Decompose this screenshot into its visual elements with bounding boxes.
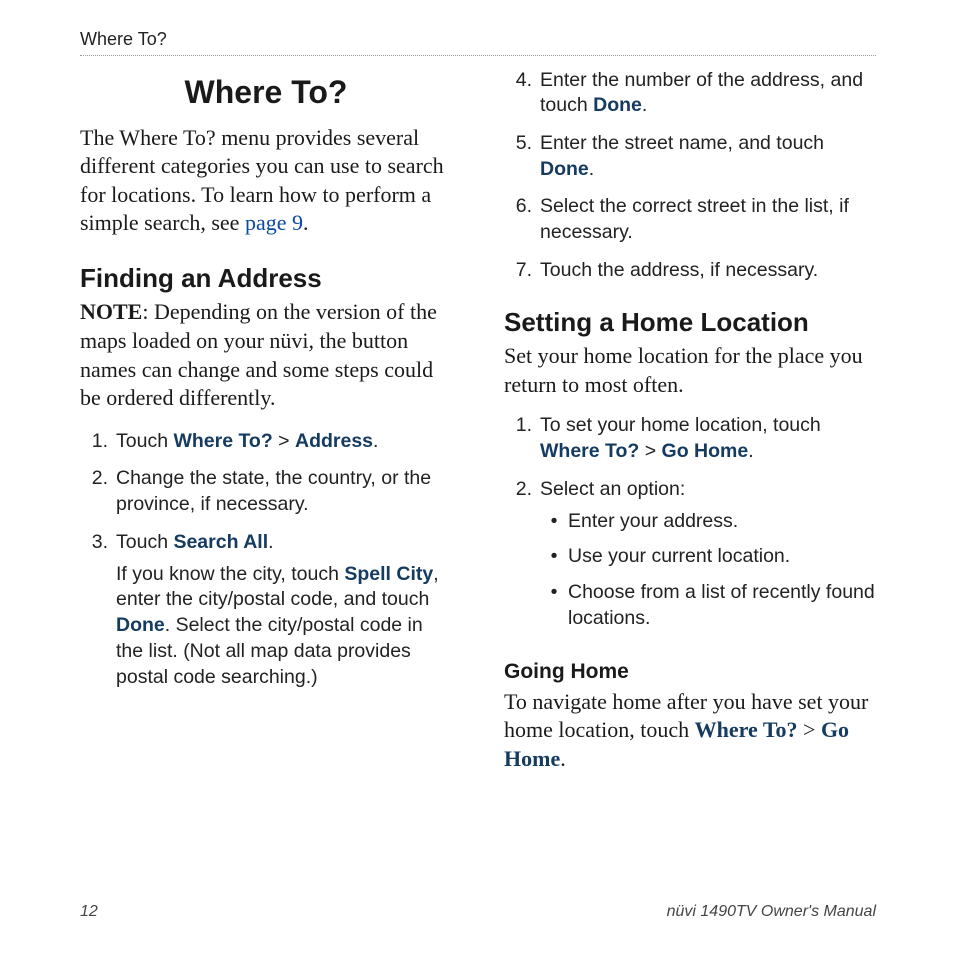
steps-setting-home: 1. To set your home location, touch Wher… xyxy=(504,413,876,641)
btn-spell-city: Spell City xyxy=(344,563,433,585)
intro-text-end: . xyxy=(303,210,309,235)
bullet-item: •Enter your address. xyxy=(540,509,876,535)
sep: > xyxy=(798,717,821,742)
t: If you know the city, touch xyxy=(116,563,344,585)
btn-where-to: Where To? xyxy=(695,717,798,742)
step-7: 7. Touch the address, if necessary. xyxy=(504,258,876,284)
step-num: 4. xyxy=(504,68,540,119)
t: Touch xyxy=(116,430,173,452)
step-num: 3. xyxy=(80,530,116,690)
step-num: 2. xyxy=(80,466,116,517)
sep: > xyxy=(273,430,295,452)
step-num: 1. xyxy=(80,429,116,455)
column-left: Where To? The Where To? menu provides se… xyxy=(80,68,452,788)
t: Enter the number of the address, and tou… xyxy=(540,69,863,117)
home-step-2: 2. Select an option: •Enter your address… xyxy=(504,477,876,642)
bullet-item: •Choose from a list of recently found lo… xyxy=(540,580,876,631)
heading-setting-home: Setting a Home Location xyxy=(504,306,876,339)
btn-address: Address xyxy=(295,430,373,452)
step-num: 2. xyxy=(504,477,540,642)
step-text: Touch the address, if necessary. xyxy=(540,258,876,284)
step-1: 1. Touch Where To? > Address. xyxy=(80,429,452,455)
step-num: 6. xyxy=(504,194,540,245)
page-title: Where To? xyxy=(80,72,452,112)
btn-go-home: Go Home xyxy=(662,440,749,462)
t: . xyxy=(373,430,378,452)
step-2: 2. Change the state, the country, or the… xyxy=(80,466,452,517)
t: Enter the street name, and touch xyxy=(540,132,824,154)
steps-finding-address: 1. Touch Where To? > Address. 2. Change … xyxy=(80,429,452,691)
t: . xyxy=(268,531,273,553)
step-3: 3. Touch Search All. If you know the cit… xyxy=(80,530,452,690)
steps-finding-address-cont: 4. Enter the number of the address, and … xyxy=(504,68,876,284)
btn-done: Done xyxy=(593,94,642,116)
btn-done: Done xyxy=(116,614,165,636)
bullet-icon: • xyxy=(540,580,568,631)
option-bullets: •Enter your address. •Use your current l… xyxy=(540,509,876,632)
step-num: 1. xyxy=(504,413,540,464)
bullet-item: •Use your current location. xyxy=(540,544,876,570)
step-5: 5. Enter the street name, and touch Done… xyxy=(504,131,876,182)
step-4: 4. Enter the number of the address, and … xyxy=(504,68,876,119)
sep: > xyxy=(639,440,661,462)
t: To set your home location, touch xyxy=(540,414,821,436)
step-6: 6. Select the correct street in the list… xyxy=(504,194,876,245)
page-number: 12 xyxy=(80,902,98,922)
step-num: 7. xyxy=(504,258,540,284)
bullet-text: Enter your address. xyxy=(568,509,738,535)
t: . xyxy=(642,94,647,116)
note-paragraph: NOTE: Depending on the version of the ma… xyxy=(80,298,452,412)
page-footer: 12 nüvi 1490TV Owner's Manual xyxy=(80,902,876,922)
going-home-paragraph: To navigate home after you have set your… xyxy=(504,688,876,774)
heading-finding-address: Finding an Address xyxy=(80,262,452,295)
step-3-sub: If you know the city, touch Spell City, … xyxy=(116,562,452,691)
column-right: 4. Enter the number of the address, and … xyxy=(504,68,876,788)
btn-where-to: Where To? xyxy=(173,430,272,452)
manual-title: nüvi 1490TV Owner's Manual xyxy=(667,902,876,922)
note-label: NOTE xyxy=(80,299,142,324)
bullet-icon: • xyxy=(540,544,568,570)
btn-done: Done xyxy=(540,158,589,180)
breadcrumb: Where To? xyxy=(80,28,876,56)
step-text: Change the state, the country, or the pr… xyxy=(116,466,452,517)
home-intro: Set your home location for the place you… xyxy=(504,342,876,399)
home-step-1: 1. To set your home location, touch Wher… xyxy=(504,413,876,464)
btn-search-all: Search All xyxy=(173,531,268,553)
btn-where-to: Where To? xyxy=(540,440,639,462)
t: . xyxy=(560,746,566,771)
link-page-9[interactable]: page 9 xyxy=(245,210,303,235)
step-num: 5. xyxy=(504,131,540,182)
t: . xyxy=(748,440,753,462)
heading-going-home: Going Home xyxy=(504,659,876,685)
bullet-text: Use your current location. xyxy=(568,544,790,570)
step-text: Select the correct street in the list, i… xyxy=(540,194,876,245)
bullet-text: Choose from a list of recently found loc… xyxy=(568,580,876,631)
intro-paragraph: The Where To? menu provides several diff… xyxy=(80,124,452,238)
t: . xyxy=(589,158,594,180)
step-text: Select an option: xyxy=(540,478,685,500)
bullet-icon: • xyxy=(540,509,568,535)
t: Touch xyxy=(116,531,173,553)
